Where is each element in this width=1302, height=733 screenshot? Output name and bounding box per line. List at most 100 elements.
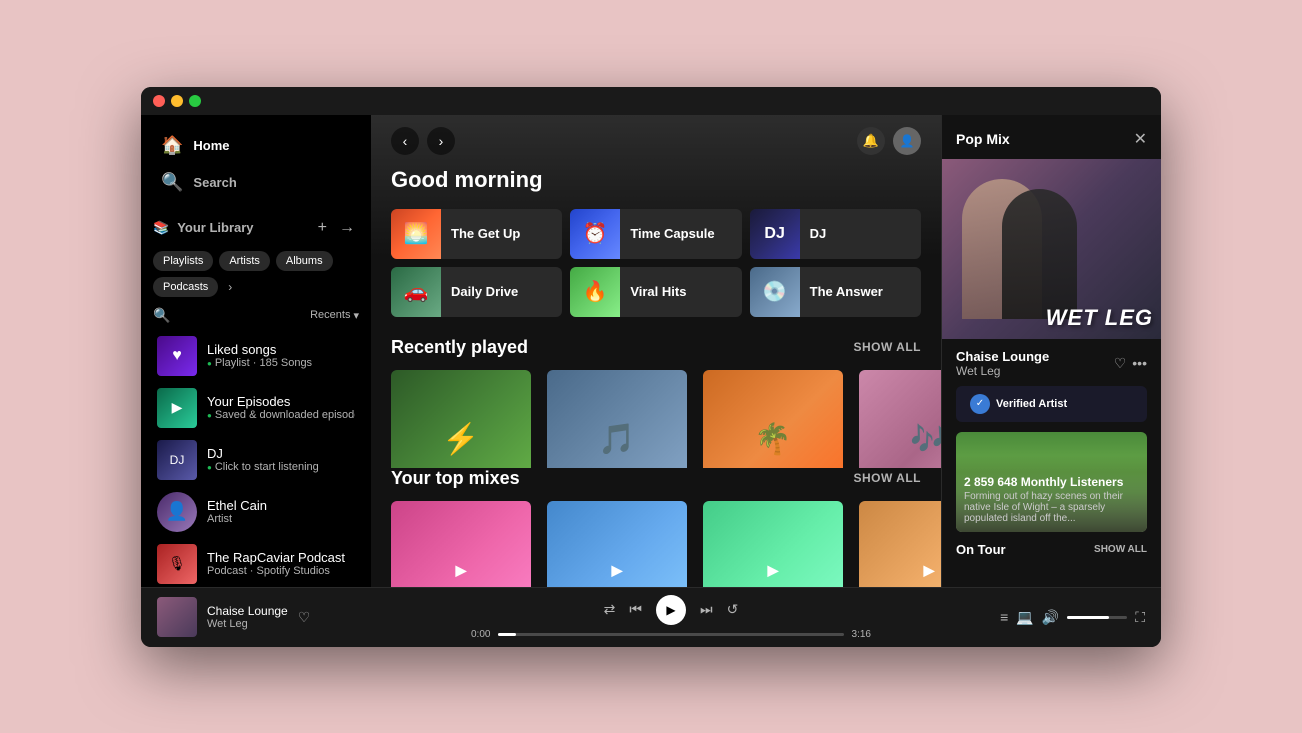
dj-icon: DJ bbox=[170, 453, 185, 467]
mix-card-1[interactable]: ▶ bbox=[391, 501, 531, 563]
close-button[interactable] bbox=[153, 95, 165, 107]
player-heart-button[interactable]: ♡ bbox=[298, 609, 311, 626]
mix1-icon: ▶ bbox=[456, 562, 467, 579]
rapcaviar-title: The RapCaviar Podcast bbox=[207, 550, 355, 565]
panel-close-button[interactable]: ✕ bbox=[1134, 129, 1147, 149]
maximize-button[interactable] bbox=[189, 95, 201, 107]
ethel-thumb: 👤 bbox=[157, 492, 197, 532]
volume-bar[interactable] bbox=[1067, 616, 1127, 619]
recents-label: Recents bbox=[310, 309, 350, 321]
breakaway-icon: 🎵 bbox=[598, 422, 635, 457]
filter-chip-artists[interactable]: Artists bbox=[219, 251, 270, 271]
volume-button[interactable]: 🔊 bbox=[1042, 609, 1059, 626]
top-mixes-row: ▶ ▶ ▶ bbox=[371, 501, 941, 587]
player-right-controls: ≡ 💻 🔊 ⛶ bbox=[985, 609, 1145, 626]
quick-card-viral[interactable]: 🔥 Viral Hits bbox=[570, 267, 741, 317]
fullscreen-button[interactable]: ⛶ bbox=[1135, 609, 1145, 626]
on-tour-section: On Tour Show all bbox=[942, 532, 1161, 557]
forward-button[interactable]: › bbox=[427, 127, 455, 155]
app-window: 🏠 Home 🔍 Search 📚 Your Library + → bbox=[141, 87, 1161, 647]
recently-played-show-all[interactable]: Show all bbox=[853, 340, 921, 354]
shuffle-button[interactable]: ⇄ bbox=[604, 601, 616, 618]
wet-leg-label: WET LEG bbox=[1046, 305, 1153, 331]
panel-artist-img-inner: WET LEG bbox=[942, 159, 1161, 339]
on-tour-show-all[interactable]: Show all bbox=[1094, 544, 1147, 555]
progress-fill bbox=[498, 633, 515, 636]
greeting: Good morning bbox=[371, 167, 941, 209]
episodes-sub: ● Saved & downloaded episodes bbox=[207, 409, 355, 421]
library-item-ethel-cain[interactable]: 👤 Ethel Cain Artist bbox=[149, 486, 363, 538]
panel-more-button[interactable]: ••• bbox=[1132, 355, 1147, 372]
mix3-thumb-wrap: ▶ bbox=[703, 501, 843, 587]
card-pick-it-ups[interactable]: 🎶 ▶ Pick it ups Michael Minelli bbox=[859, 370, 941, 444]
filter-chip-albums[interactable]: Albums bbox=[276, 251, 333, 271]
quick-card-answer[interactable]: 💿 The Answer bbox=[750, 267, 921, 317]
player-buttons: ⇄ ⏮ ▶ ⏭ ↺ bbox=[604, 595, 739, 625]
pickitups-thumb: 🎶 bbox=[859, 370, 941, 468]
mix-card-3[interactable]: ▶ bbox=[703, 501, 843, 563]
quick-card-dj[interactable]: DJ DJ bbox=[750, 209, 921, 259]
library-icon: 📚 bbox=[153, 220, 169, 236]
next-button[interactable]: ⏭ bbox=[700, 601, 713, 618]
player-controls: ⇄ ⏮ ▶ ⏭ ↺ 0:00 3:16 bbox=[367, 595, 975, 640]
library-list: ♥ Liked songs ● Playlist · 185 Songs bbox=[141, 330, 371, 587]
top-mixes-show-all[interactable]: Show all bbox=[853, 471, 921, 485]
daily-thumb: 🚗 bbox=[391, 267, 441, 317]
mix-card-2[interactable]: ▶ bbox=[547, 501, 687, 563]
liked-songs-title: Liked songs bbox=[207, 342, 355, 357]
quick-card-getup[interactable]: 🌅 The Get Up bbox=[391, 209, 562, 259]
panel-artist-image: WET LEG bbox=[942, 159, 1161, 339]
sidebar-nav: 🏠 Home 🔍 Search bbox=[141, 115, 371, 209]
recents-button[interactable]: Recents ▾ bbox=[310, 309, 359, 322]
library-item-your-episodes[interactable]: ▶ Your Episodes ● Saved & downloaded epi… bbox=[149, 382, 363, 434]
panel-heart-button[interactable]: ♡ bbox=[1114, 355, 1127, 372]
filter-chip-more[interactable]: › bbox=[224, 277, 236, 297]
verified-badge: ✓ Verified Artist bbox=[956, 386, 1147, 422]
quick-card-timecap[interactable]: ⏰ Time Capsule bbox=[570, 209, 741, 259]
user-avatar[interactable]: 👤 bbox=[893, 127, 921, 155]
library-search-button[interactable]: 🔍 bbox=[153, 307, 170, 324]
liked-songs-icon: ♥ bbox=[172, 347, 182, 365]
on-tour-header: On Tour Show all bbox=[956, 542, 1147, 557]
card-electric-feeling[interactable]: ⚡ ▶ Electric Feeling Decora bbox=[391, 370, 531, 444]
filter-chip-podcasts[interactable]: Podcasts bbox=[153, 277, 218, 297]
progress-bar[interactable] bbox=[498, 633, 843, 636]
episodes-thumb: ▶ bbox=[157, 388, 197, 428]
pickitups-thumb-wrap: 🎶 ▶ bbox=[859, 370, 941, 468]
expand-library-button[interactable]: → bbox=[335, 217, 359, 239]
ethel-icon: 👤 bbox=[166, 501, 188, 522]
player-track-info: Chaise Lounge Wet Leg ♡ bbox=[157, 597, 357, 637]
devices-button[interactable]: 💻 bbox=[1016, 609, 1033, 626]
quick-card-daily[interactable]: 🚗 Daily Drive bbox=[391, 267, 562, 317]
electric-feeling-thumb: ⚡ bbox=[391, 370, 531, 468]
minimize-button[interactable] bbox=[171, 95, 183, 107]
sidebar-item-search[interactable]: 🔍 Search bbox=[149, 164, 363, 201]
top-mixes-title: Your top mixes bbox=[391, 468, 520, 489]
quick-access-grid: 🌅 The Get Up ⏰ Time Capsule DJ DJ 🚗 Dail… bbox=[371, 209, 941, 337]
getup-thumb: 🌅 bbox=[391, 209, 441, 259]
back-button[interactable]: ‹ bbox=[391, 127, 419, 155]
dj-quick-label: DJ bbox=[810, 226, 827, 241]
liked-songs-sub: ● Playlist · 185 Songs bbox=[207, 357, 355, 369]
staycation-thumb: 🌴 bbox=[703, 370, 843, 468]
play-pause-button[interactable]: ▶ bbox=[656, 595, 686, 625]
mix1-thumb-wrap: ▶ bbox=[391, 501, 531, 587]
dj-info: DJ ● Click to start listening bbox=[207, 446, 355, 473]
viral-label: Viral Hits bbox=[630, 284, 686, 299]
mix-card-4[interactable]: ▶ bbox=[859, 501, 941, 563]
filter-chip-playlists[interactable]: Playlists bbox=[153, 251, 213, 271]
main-content: ‹ › 🔔 👤 Good morning 🌅 The Get Up ⏰ Time… bbox=[371, 115, 941, 587]
notifications-button[interactable]: 🔔 bbox=[857, 127, 885, 155]
library-item-liked-songs[interactable]: ♥ Liked songs ● Playlist · 185 Songs bbox=[149, 330, 363, 382]
electric-feeling-thumb-wrap: ⚡ ▶ bbox=[391, 370, 531, 468]
library-item-dj[interactable]: DJ DJ ● Click to start listening bbox=[149, 434, 363, 486]
card-staycation[interactable]: 🌴 ▶ Staycation Illvis Freshly bbox=[703, 370, 843, 444]
previous-button[interactable]: ⏮ bbox=[629, 601, 642, 618]
sidebar-item-home[interactable]: 🏠 Home bbox=[149, 127, 363, 164]
library-item-rapcaviar[interactable]: 🎙 The RapCaviar Podcast Podcast · Spotif… bbox=[149, 538, 363, 587]
add-library-button[interactable]: + bbox=[314, 217, 331, 239]
card-breakaway[interactable]: 🎵 ▶ Breakaway Glassio bbox=[547, 370, 687, 444]
green-dot-episodes: ● bbox=[207, 411, 212, 420]
queue-button[interactable]: ≡ bbox=[1000, 609, 1008, 625]
repeat-button[interactable]: ↺ bbox=[727, 601, 739, 618]
